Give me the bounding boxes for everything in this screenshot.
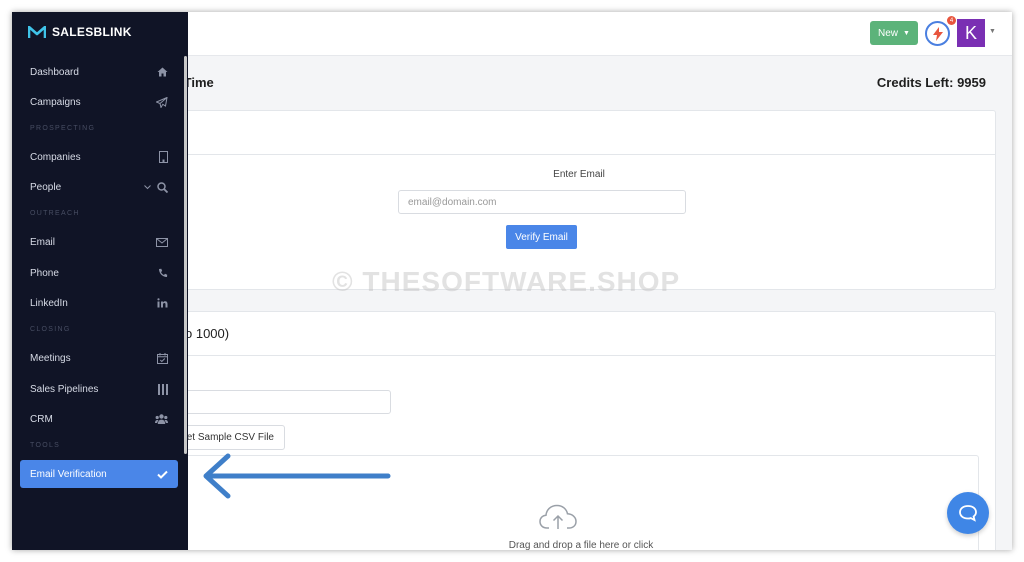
chat-bubble-icon <box>959 505 977 522</box>
section-label-closing: CLOSING <box>30 326 71 333</box>
watermark: © THESOFTWARE.SHOP <box>332 266 681 297</box>
credits-left: Credits Left: 9959 <box>876 75 986 90</box>
sidebar-item-companies[interactable]: Companies <box>20 144 178 170</box>
chevron-down-icon[interactable]: ▼ <box>989 28 996 35</box>
list-name-input[interactable] <box>153 390 391 414</box>
sidebar-item-label: Companies <box>30 151 81 163</box>
sidebar-item-email[interactable]: Email <box>20 229 178 255</box>
sidebar-scrollbar[interactable] <box>184 56 187 454</box>
sidebar-item-label: Dashboard <box>30 66 79 78</box>
sidebar-item-campaigns[interactable]: Campaigns <box>20 89 178 115</box>
sidebar-item-label: LinkedIn <box>30 297 68 309</box>
chevron-down-icon <box>144 184 151 189</box>
brand-logo[interactable]: SALESBLINK <box>28 25 132 39</box>
sidebar-item-label: Phone <box>30 267 59 279</box>
sidebar-item-label: Email Verification <box>30 468 107 480</box>
section-label-tools: TOOLS <box>30 442 61 449</box>
phone-icon <box>159 268 168 277</box>
dropzone-text: Drag and drop a file here or click <box>508 540 654 550</box>
search-icon <box>157 181 168 193</box>
section-label-prospecting: PROSPECTING <box>30 125 96 132</box>
users-icon <box>155 414 168 424</box>
bulk-verify-card: o 1000) Get Sample CSV File Drag and dro… <box>153 311 996 550</box>
enter-email-label: Enter Email <box>553 169 605 180</box>
chevron-down-icon: ▼ <box>903 29 910 37</box>
salesblink-logo-icon <box>28 25 46 38</box>
new-button-label: New <box>878 27 899 39</box>
sidebar-item-meetings[interactable]: Meetings <box>20 345 178 371</box>
sidebar-item-crm[interactable]: CRM <box>20 406 178 432</box>
linkedin-icon <box>157 298 168 308</box>
verify-email-button[interactable]: Verify Email <box>506 225 577 249</box>
annotation-arrow <box>203 453 391 499</box>
avatar[interactable]: K <box>957 19 985 47</box>
new-button[interactable]: New ▼ <box>870 21 918 45</box>
sidebar-item-label: People <box>30 181 62 193</box>
pipeline-columns-icon <box>158 383 168 395</box>
sidebar-item-label: Email <box>30 236 56 248</box>
people-icons <box>144 181 168 193</box>
notifications-button[interactable] <box>925 21 950 46</box>
card-header: o 1000) <box>163 312 995 356</box>
chat-support-button[interactable] <box>947 492 989 534</box>
sidebar-item-dashboard[interactable]: Dashboard <box>20 59 178 85</box>
sidebar-item-phone[interactable]: Phone <box>20 260 178 286</box>
sidebar-item-label: Campaigns <box>30 96 81 108</box>
notification-badge: 4 <box>947 16 956 25</box>
email-input[interactable]: email@domain.com <box>398 190 686 214</box>
cloud-upload-icon <box>539 504 577 529</box>
app-window: New ▼ 4 K ▼ eal Time Credits Left: 9959 … <box>12 12 1012 550</box>
sidebar-item-label: CRM <box>30 413 53 425</box>
home-icon <box>157 67 168 77</box>
building-icon <box>159 151 168 163</box>
calendar-check-icon <box>157 352 168 364</box>
sidebar: SALESBLINK Dashboard Campaigns PROSPECTI… <box>12 12 188 550</box>
sidebar-item-linkedin[interactable]: LinkedIn <box>20 290 178 316</box>
brand-name: SALESBLINK <box>52 25 132 39</box>
checkmark-icon <box>157 470 168 479</box>
sidebar-item-sales-pipelines[interactable]: Sales Pipelines <box>20 376 178 402</box>
lightning-icon <box>932 26 943 41</box>
sidebar-item-label: Sales Pipelines <box>30 383 99 395</box>
section-label-outreach: OUTREACH <box>30 210 80 217</box>
paper-plane-icon <box>156 96 168 108</box>
sidebar-item-people[interactable]: People <box>20 174 178 200</box>
bulk-card-title: o 1000) <box>185 326 230 341</box>
envelope-icon <box>156 237 168 247</box>
sidebar-item-email-verification[interactable]: Email Verification <box>20 460 178 488</box>
sidebar-item-label: Meetings <box>30 352 71 364</box>
single-verify-card: Enter Email email@domain.com Verify Emai… <box>162 110 996 290</box>
card-header <box>163 111 995 155</box>
